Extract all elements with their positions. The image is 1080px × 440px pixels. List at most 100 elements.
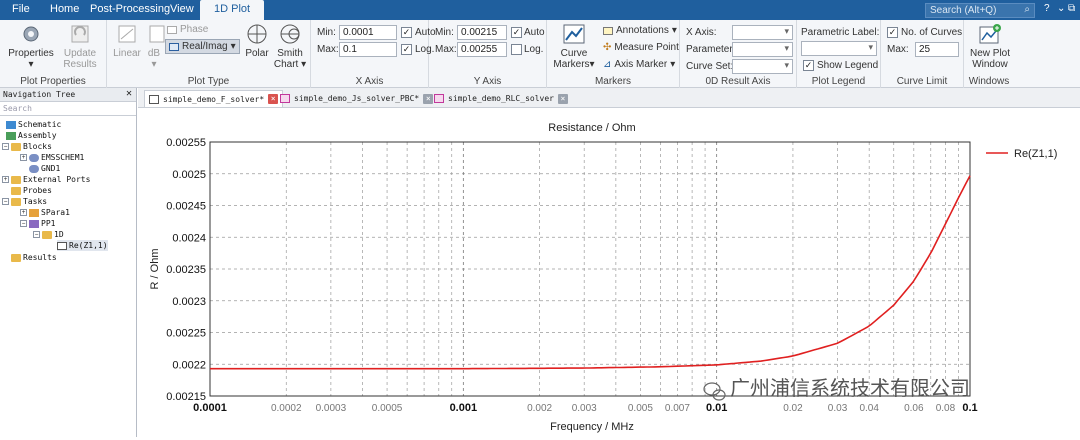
close-icon[interactable]: ✕ [126, 88, 132, 99]
folder-icon [11, 197, 21, 206]
folder-icon [11, 142, 21, 151]
curve-set-select[interactable] [732, 59, 793, 74]
update-results-button[interactable]: Update Results [58, 22, 102, 70]
y-log-label: Log. [524, 44, 544, 55]
expand-icon[interactable]: + [20, 154, 27, 161]
tab-js-solver-pbc[interactable]: simple_demo_Js_solver_PBC* × [276, 90, 437, 107]
annotations-button[interactable]: Annotations ▾ [603, 25, 677, 36]
smith-chart-button[interactable]: Smith Chart ▾ [273, 22, 307, 70]
group-windows: New Plot Window Windows [964, 20, 1014, 88]
tree-node-blocks[interactable]: − Blocks [2, 141, 52, 152]
show-legend-label: Show Legend [817, 60, 879, 71]
group-label: Y Axis [473, 76, 502, 87]
tree-node-re-z11[interactable]: Re(Z1,1) [57, 240, 108, 251]
search-placeholder: Search (Alt+Q) [930, 5, 997, 16]
tree-node-1d[interactable]: − 1D [33, 229, 64, 240]
group-curve-limit: ✓ No. of Curves Max: 25 Curve Limit [881, 20, 964, 88]
tree-search-input[interactable]: Search [0, 102, 136, 116]
plot-area: 0.00255 0.0025 0.00245 0.0024 0.00235 0.0023 0… [138, 109, 1080, 437]
postproc-icon [29, 219, 39, 228]
update-results-label: Update Results [63, 48, 97, 70]
tab-f-solver[interactable]: simple_demo_F_solver* × [144, 90, 284, 107]
x-log-checkbox[interactable]: ✓ [401, 44, 412, 55]
resistance-chart[interactable]: 0.00255 0.0025 0.00245 0.0024 0.00235 0.0023 0… [138, 109, 1080, 437]
tab-rlc-solver[interactable]: simple_demo_RLC_solver × [430, 90, 572, 107]
help-icon[interactable]: ? [1044, 3, 1050, 14]
polar-icon [243, 22, 271, 46]
search-input[interactable]: Search (Alt+Q) ⌕ [925, 3, 1035, 18]
collapse-icon[interactable]: − [2, 143, 9, 150]
curve-set-label: Curve Set: [686, 61, 734, 72]
expand-icon[interactable]: + [2, 176, 9, 183]
tree-node-results[interactable]: Results [11, 252, 57, 263]
tree-node-tasks[interactable]: − Tasks [2, 196, 47, 207]
close-icon[interactable]: × [557, 93, 568, 104]
tree-node-pp1[interactable]: − PP1 [20, 218, 55, 229]
x-tick-label-minor: 0.04 [859, 403, 879, 414]
tree-node-external-ports[interactable]: + External Ports [2, 174, 90, 185]
tree-node-assembly[interactable]: Assembly [6, 130, 57, 141]
group-label: Windows [968, 76, 1010, 87]
parameter-select[interactable] [732, 42, 793, 57]
minimize-icon[interactable]: ⌄ [1057, 3, 1065, 14]
new-plot-window-label: New Plot Window [969, 48, 1010, 70]
curve-markers-label: Curve Markers [553, 48, 590, 70]
collapse-icon[interactable]: − [2, 198, 9, 205]
tree-node-label: External Ports [23, 175, 91, 184]
block-icon [29, 153, 39, 162]
curve-markers-button[interactable]: Curve Markers▾ [553, 22, 595, 70]
measure-point-icon: ✣ [603, 42, 612, 53]
x-max-input[interactable]: 0.1 [339, 42, 397, 57]
menu-home[interactable]: Home [50, 3, 79, 15]
tree-node-label: Tasks [23, 197, 48, 206]
update-icon [66, 22, 94, 46]
y-auto-label: Auto [524, 27, 545, 38]
menu-view[interactable]: View [170, 3, 194, 15]
block-icon [29, 164, 39, 173]
real-imag-label: Real/Imag [182, 41, 228, 52]
group-plot-type: Linear dB ▾ Phase Real/Imag ▾ Polar Smith… [107, 20, 311, 88]
y-tick-label: 0.00245 [166, 201, 206, 213]
curve-max-input[interactable]: 25 [915, 42, 959, 57]
expand-icon[interactable]: + [20, 209, 27, 216]
linear-button[interactable]: Linear [112, 22, 142, 59]
restore-icon[interactable]: ⧉ [1068, 3, 1075, 14]
collapse-icon[interactable]: − [20, 220, 27, 227]
x-auto-checkbox[interactable]: ✓ [401, 27, 412, 38]
annotations-label: Annotations [616, 25, 669, 36]
show-legend-checkbox[interactable]: ✓ [803, 60, 814, 71]
no-of-curves-checkbox[interactable]: ✓ [887, 27, 898, 38]
tree-node-spara1[interactable]: + SPara1 [20, 207, 70, 218]
x-min-input[interactable]: 0.0001 [339, 25, 397, 40]
real-imag-button[interactable]: Real/Imag ▾ [165, 39, 240, 54]
axis-marker-icon: ⊿ [603, 59, 612, 70]
parameter-label: Parameter: [686, 44, 736, 55]
phase-button[interactable]: Phase [167, 24, 208, 35]
parametric-label-select[interactable] [801, 41, 877, 56]
menu-file[interactable]: File [12, 3, 30, 15]
tree-node-label: PP1 [41, 219, 56, 228]
y-auto-checkbox[interactable]: ✓ [511, 27, 522, 38]
collapse-icon[interactable]: − [33, 231, 40, 238]
measure-point-button[interactable]: ✣ Measure Point [603, 42, 679, 53]
db-button[interactable]: dB ▾ [143, 22, 165, 70]
group-x-axis: Min: 0.0001 ✓ Auto Max: 0.1 ✓ Log. X Axi… [311, 20, 436, 88]
y-min-input[interactable]: 0.00215 [457, 25, 507, 40]
x-tick-label-minor: 0.06 [904, 403, 924, 414]
axis-marker-button[interactable]: ⊿ Axis Marker ▾ [603, 59, 675, 70]
menu-1d-plot[interactable]: 1D Plot [200, 0, 265, 20]
polar-button[interactable]: Polar [241, 22, 273, 59]
x-tick-label-minor: 0.0005 [372, 403, 403, 414]
tree-node-emsschem1[interactable]: + EMSSCHEM1 [20, 152, 84, 163]
x-tick-label-minor: 0.02 [783, 403, 803, 414]
y-max-input[interactable]: 0.00255 [457, 42, 507, 57]
menu-post-processing[interactable]: Post-Processing [90, 3, 170, 15]
properties-button[interactable]: Properties ▾ [8, 22, 54, 70]
y-log-checkbox[interactable] [511, 44, 522, 55]
tree-node-probes[interactable]: Probes [11, 185, 52, 196]
new-plot-window-button[interactable]: New Plot Window [967, 22, 1013, 70]
result-x-axis-select[interactable] [732, 25, 793, 40]
tree-node-gnd1[interactable]: GND1 [29, 163, 60, 174]
x-axis-ticks: 0.0001 0.001 0.01 0.1 0.0002 0.0003 0.0005 0.00… [193, 402, 977, 414]
tree-node-schematic[interactable]: Schematic [6, 119, 61, 130]
